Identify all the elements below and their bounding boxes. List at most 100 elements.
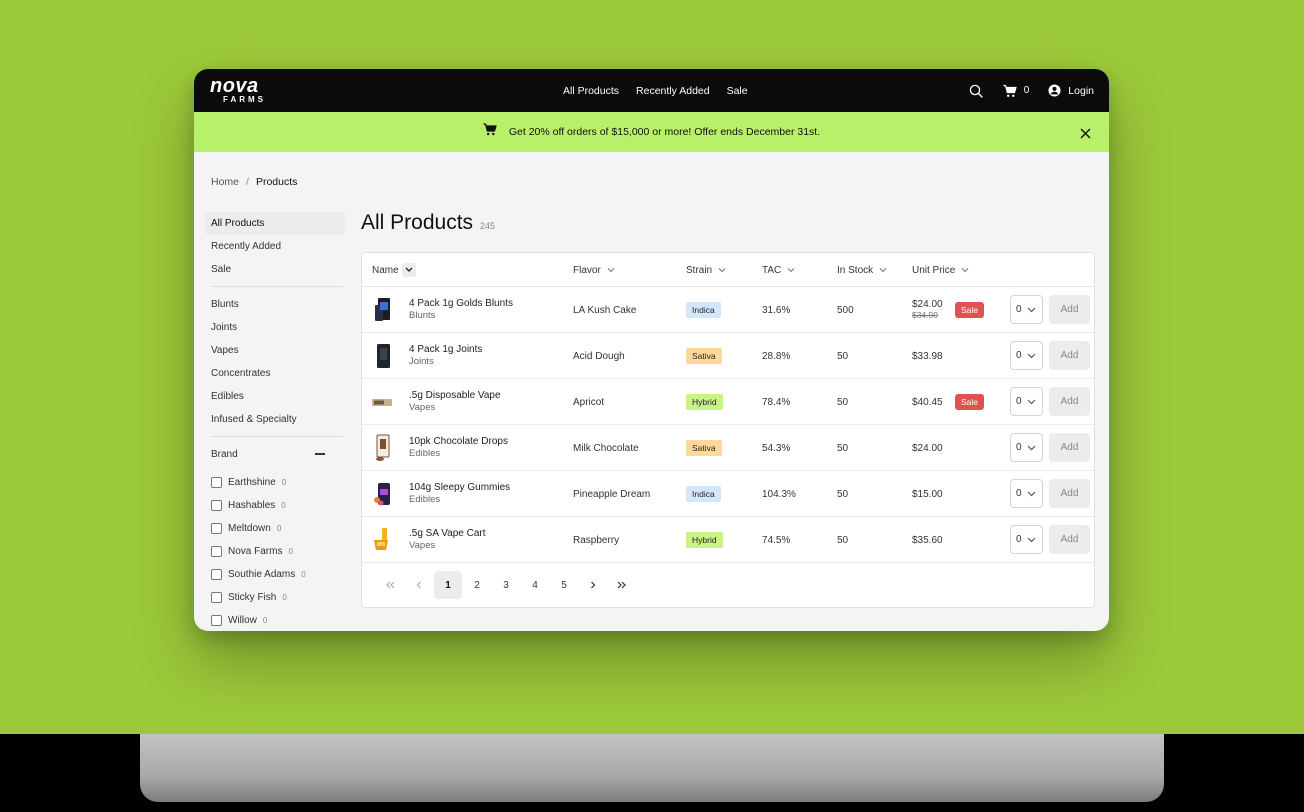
sidebar-item-vapes[interactable]: Vapes <box>205 339 345 362</box>
login-link[interactable]: Login <box>1068 85 1094 97</box>
brand-count: 0 <box>288 547 293 556</box>
table-row: 4 Pack 1g Golds Blunts Blunts LA Kush Cak… <box>362 287 1094 333</box>
quantity-select[interactable]: 0 <box>1010 525 1043 554</box>
product-name[interactable]: .5g Disposable Vape <box>409 390 501 402</box>
brand-filter-option[interactable]: Nova Farms 0 <box>205 540 345 563</box>
brand-filter-option[interactable]: Hashables 0 <box>205 494 345 517</box>
products-table: Name Flavor Strain TAC In Stock Unit Pri… <box>361 252 1095 608</box>
brand-filter-option[interactable]: Sticky Fish 0 <box>205 586 345 609</box>
product-image[interactable] <box>372 434 394 462</box>
product-name[interactable]: .5g SA Vape Cart <box>409 528 486 540</box>
quantity-select[interactable]: 0 <box>1010 387 1043 416</box>
collapse-icon[interactable] <box>315 453 325 455</box>
brand-filter-option[interactable]: Willow 0 <box>205 609 345 631</box>
product-name-cell[interactable]: 10pk Chocolate Drops Edibles <box>409 436 508 459</box>
add-to-cart-button[interactable]: Add <box>1049 387 1090 416</box>
product-name-cell[interactable]: 4 Pack 1g Golds Blunts Blunts <box>409 298 513 321</box>
table-row: 4 Pack 1g Joints Joints Acid Dough Sativa… <box>362 333 1094 379</box>
add-to-cart-button[interactable]: Add <box>1049 341 1090 370</box>
stock-cell: 50 <box>837 488 849 500</box>
product-name[interactable]: 10pk Chocolate Drops <box>409 436 508 448</box>
product-image[interactable] <box>372 342 394 370</box>
column-label: Strain <box>686 264 713 276</box>
brand-filter-option[interactable]: Earthshine 0 <box>205 471 345 494</box>
last-page-icon[interactable] <box>608 571 636 599</box>
product-image[interactable] <box>372 296 394 324</box>
checkbox[interactable] <box>211 569 222 580</box>
product-image[interactable] <box>372 388 394 416</box>
sidebar-item-blunts[interactable]: Blunts <box>205 293 345 316</box>
column-header-flavor[interactable]: Flavor <box>573 253 615 287</box>
add-to-cart-button[interactable]: Add <box>1049 479 1090 508</box>
chevron-down-icon[interactable] <box>401 263 416 277</box>
product-name-cell[interactable]: .5g SA Vape Cart Vapes <box>409 528 486 551</box>
flavor-cell: Pineapple Dream <box>573 488 651 500</box>
page-button-5[interactable]: 5 <box>550 571 578 599</box>
next-page-icon[interactable] <box>579 571 607 599</box>
sidebar-item-all-products[interactable]: All Products <box>205 212 345 235</box>
column-header-in-stock[interactable]: In Stock <box>837 253 887 287</box>
add-to-cart-button[interactable]: Add <box>1049 433 1090 462</box>
brand-filter-header[interactable]: Brand <box>205 443 325 465</box>
checkbox[interactable] <box>211 615 222 626</box>
nova-farms-logo[interactable]: nova FARMS <box>210 76 270 104</box>
page-button-3[interactable]: 3 <box>492 571 520 599</box>
sidebar-item-recently-added[interactable]: Recently Added <box>205 235 345 258</box>
sidebar-item-edibles[interactable]: Edibles <box>205 385 345 408</box>
checkbox[interactable] <box>211 523 222 534</box>
brand-filter-option[interactable]: Southie Adams 0 <box>205 563 345 586</box>
nav-link-all-products[interactable]: All Products <box>563 85 619 97</box>
strain-cell: Hybrid <box>686 379 723 425</box>
product-image[interactable] <box>372 480 394 508</box>
first-page-icon[interactable] <box>376 571 404 599</box>
brand-count: 0 <box>301 570 306 579</box>
sidebar-item-infused[interactable]: Infused & Specialty <box>205 408 345 431</box>
prev-page-icon[interactable] <box>405 571 433 599</box>
breadcrumb-home[interactable]: Home <box>211 176 239 188</box>
page-button-2[interactable]: 2 <box>463 571 491 599</box>
product-name[interactable]: 4 Pack 1g Golds Blunts <box>409 298 513 310</box>
add-to-cart-button[interactable]: Add <box>1049 295 1090 324</box>
quantity-select[interactable]: 0 <box>1010 295 1043 324</box>
strain-badge: Indica <box>686 486 721 502</box>
cart-icon[interactable] <box>1003 84 1017 98</box>
nav-link-recently-added[interactable]: Recently Added <box>636 85 710 97</box>
checkbox[interactable] <box>211 592 222 603</box>
product-name-cell[interactable]: 104g Sleepy Gummies Edibles <box>409 482 510 505</box>
cart-count: 0 <box>1023 85 1030 96</box>
checkbox[interactable] <box>211 477 222 488</box>
product-image[interactable] <box>372 526 394 554</box>
column-header-name[interactable]: Name <box>372 253 416 287</box>
product-name-cell[interactable]: .5g Disposable Vape Vapes <box>409 390 501 413</box>
sidebar-item-joints[interactable]: Joints <box>205 316 345 339</box>
product-name[interactable]: 4 Pack 1g Joints <box>409 344 482 356</box>
quantity-select[interactable]: 0 <box>1010 341 1043 370</box>
nav-link-sale[interactable]: Sale <box>727 85 748 97</box>
page-button-4[interactable]: 4 <box>521 571 549 599</box>
search-icon[interactable] <box>969 84 983 98</box>
user-icon[interactable] <box>1048 83 1062 98</box>
quantity-select[interactable]: 0 <box>1010 479 1043 508</box>
column-header-unit-price[interactable]: Unit Price <box>912 253 969 287</box>
table-header: Name Flavor Strain TAC In Stock Unit Pri… <box>362 253 1094 287</box>
checkbox[interactable] <box>211 546 222 557</box>
close-icon[interactable] <box>1080 126 1092 139</box>
quantity-value: 0 <box>1016 396 1022 407</box>
product-name-cell[interactable]: 4 Pack 1g Joints Joints <box>409 344 482 367</box>
page-button-1[interactable]: 1 <box>434 571 462 599</box>
flavor-cell: Acid Dough <box>573 350 625 362</box>
product-category: Edibles <box>409 448 441 459</box>
product-name[interactable]: 104g Sleepy Gummies <box>409 482 510 494</box>
sidebar-item-concentrates[interactable]: Concentrates <box>205 362 345 385</box>
quantity-select[interactable]: 0 <box>1010 433 1043 462</box>
column-header-strain[interactable]: Strain <box>686 253 726 287</box>
window-reflection <box>140 734 1164 802</box>
add-to-cart-button[interactable]: Add <box>1049 525 1090 554</box>
brand-filter-option[interactable]: Meltdown 0 <box>205 517 345 540</box>
cart-icon <box>483 123 497 141</box>
column-header-tac[interactable]: TAC <box>762 253 795 287</box>
sidebar-item-sale[interactable]: Sale <box>205 258 345 281</box>
table-row: .5g SA Vape Cart Vapes Raspberry Hybrid 7… <box>362 517 1094 563</box>
checkbox[interactable] <box>211 500 222 511</box>
brand-filter-title: Brand <box>211 448 238 460</box>
